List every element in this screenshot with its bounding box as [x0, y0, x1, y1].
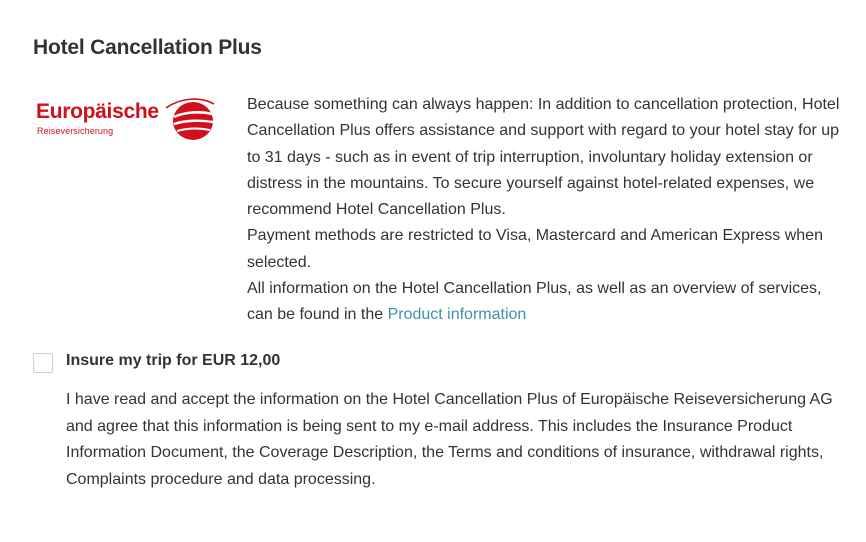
- payment-note: Payment methods are restricted to Visa, …: [247, 227, 823, 271]
- logo-sub-text: Reiseversicherung: [37, 126, 114, 136]
- globe-ball-icon: [166, 98, 215, 140]
- insure-label[interactable]: Insure my trip for EUR 12,00: [66, 352, 280, 370]
- info-text: All information on the Hotel Cancellatio…: [247, 280, 822, 324]
- product-information-link[interactable]: Product information: [388, 306, 527, 323]
- section-title: Hotel Cancellation Plus: [33, 36, 262, 59]
- product-description: Because something can always happen: In …: [247, 92, 847, 329]
- description-paragraph: Because something can always happen: In …: [247, 96, 840, 219]
- info-paragraph: All information on the Hotel Cancellatio…: [247, 276, 847, 329]
- logo-brand-text: Europäische: [36, 100, 159, 123]
- insure-checkbox[interactable]: [33, 353, 53, 373]
- europaeische-logo: Europäische Reiseversicherung: [36, 96, 218, 144]
- consent-text: I have read and accept the information o…: [66, 391, 833, 488]
